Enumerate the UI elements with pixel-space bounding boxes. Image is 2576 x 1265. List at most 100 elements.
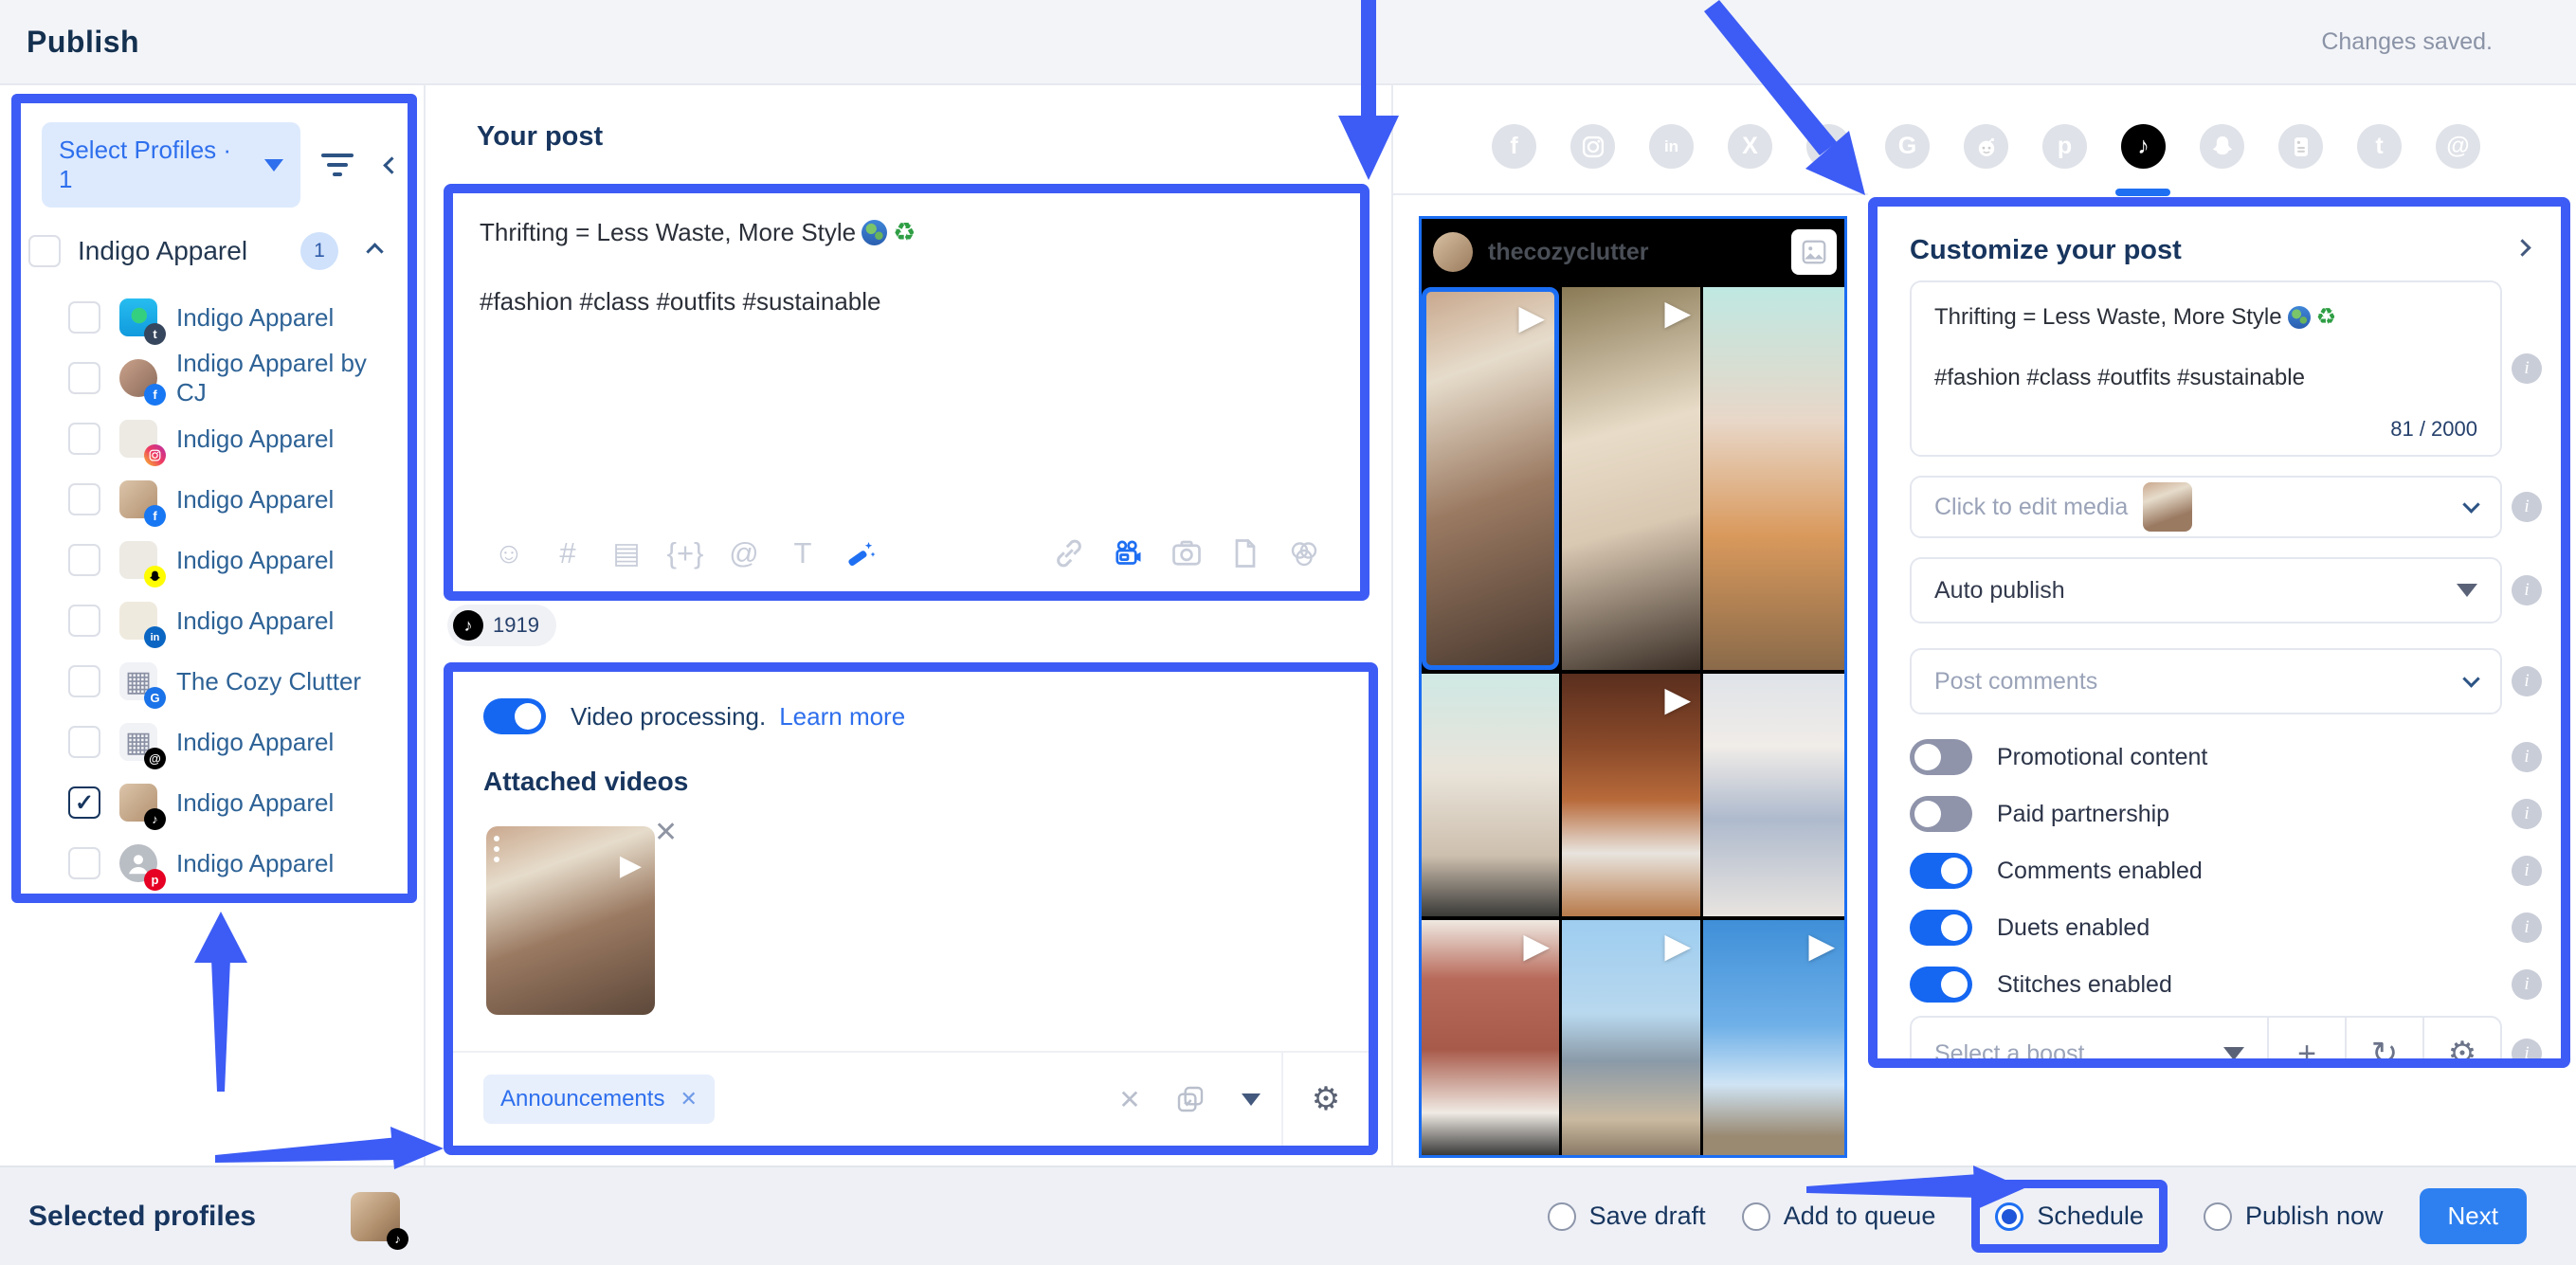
info-icon[interactable]: i: [2512, 969, 2542, 1000]
tab-reddit[interactable]: [1964, 124, 2008, 169]
profile-row[interactable]: f Indigo Apparel by CJ: [42, 348, 398, 408]
profile-checkbox[interactable]: [68, 362, 100, 394]
chevron-up-icon[interactable]: [366, 242, 384, 261]
profile-row[interactable]: ▦ G The Cozy Clutter: [42, 651, 398, 712]
profile-checkbox[interactable]: [68, 605, 100, 637]
info-icon[interactable]: i: [2512, 492, 2542, 522]
tab-x[interactable]: X: [1728, 124, 1772, 169]
promotional-content-toggle[interactable]: [1910, 739, 1972, 775]
preview-video-cell[interactable]: ▶: [1562, 920, 1700, 1155]
tab-pinterest[interactable]: p: [2042, 124, 2087, 169]
preview-video-cell[interactable]: [1703, 674, 1844, 916]
variables-icon[interactable]: {+}: [656, 533, 715, 574]
settings-gear-icon[interactable]: ⚙: [1281, 1053, 1369, 1146]
boost-select[interactable]: Select a boost: [1912, 1018, 2267, 1058]
edit-media-select[interactable]: Click to edit media: [1910, 476, 2502, 538]
preview-video-cell[interactable]: ▶: [1562, 287, 1700, 670]
remove-video-icon[interactable]: ✕: [654, 816, 678, 849]
filter-icon[interactable]: [321, 154, 354, 176]
next-button[interactable]: Next: [2419, 1188, 2527, 1244]
clear-icon[interactable]: ✕: [1099, 1084, 1160, 1115]
select-profiles-dropdown[interactable]: Select Profiles · 1: [42, 122, 301, 208]
camera-icon[interactable]: [1157, 533, 1216, 574]
preview-video-cell[interactable]: [1703, 287, 1844, 670]
group-checkbox[interactable]: [28, 235, 61, 267]
tab-youtube[interactable]: ▶: [1806, 124, 1851, 169]
drag-handle-icon[interactable]: [494, 836, 499, 862]
preview-video-cell[interactable]: ▶: [1703, 920, 1844, 1155]
emoji-icon[interactable]: ☺: [480, 533, 538, 574]
radio-publish-now[interactable]: Publish now: [2203, 1202, 2384, 1231]
tab-blog[interactable]: [2278, 124, 2323, 169]
info-icon[interactable]: i: [2512, 856, 2542, 886]
preview-video-cell[interactable]: ▶: [1422, 920, 1559, 1155]
collapse-sidebar-icon[interactable]: [383, 155, 401, 174]
preview-media-button[interactable]: [1791, 229, 1837, 275]
profile-checkbox[interactable]: [68, 301, 100, 334]
preview-video-cell[interactable]: ▶: [1422, 287, 1559, 670]
remove-label-icon[interactable]: ✕: [680, 1087, 697, 1111]
profile-row[interactable]: ▦ @ Indigo Apparel: [42, 712, 398, 772]
profile-row[interactable]: ✓ ♪ Indigo Apparel: [42, 772, 398, 833]
video-processing-toggle[interactable]: [483, 698, 546, 734]
preview-video-cell[interactable]: [1422, 674, 1559, 916]
magic-wand-icon[interactable]: [832, 533, 891, 574]
learn-more-link[interactable]: Learn more: [779, 702, 905, 732]
info-icon[interactable]: i: [2512, 799, 2542, 829]
info-icon[interactable]: i: [2512, 913, 2542, 943]
preview-video-cell[interactable]: ▶: [1562, 674, 1700, 916]
profile-row[interactable]: f Indigo Apparel: [42, 469, 398, 530]
panel-caption-editor[interactable]: Thrifting = Less Waste, More Style ♻ #fa…: [1910, 280, 2502, 457]
info-icon[interactable]: i: [2512, 666, 2542, 696]
profile-checkbox[interactable]: [68, 544, 100, 576]
radio-save-draft[interactable]: Save draft: [1547, 1202, 1706, 1231]
refresh-boost-icon[interactable]: ↻: [2345, 1018, 2422, 1058]
text-format-icon[interactable]: T: [773, 533, 832, 574]
comments-enabled-toggle[interactable]: [1910, 853, 1972, 889]
profile-row[interactable]: p Indigo Apparel: [42, 833, 398, 894]
boost-settings-gear-icon[interactable]: ⚙: [2422, 1018, 2500, 1058]
profile-checkbox[interactable]: [68, 726, 100, 758]
post-comments-input[interactable]: Post comments: [1910, 648, 2502, 714]
tab-threads[interactable]: @: [2436, 124, 2480, 169]
profile-row[interactable]: t Indigo Apparel: [42, 287, 398, 348]
info-icon[interactable]: i: [2512, 353, 2542, 384]
add-boost-button[interactable]: +: [2267, 1018, 2345, 1058]
tab-snapchat[interactable]: [2200, 124, 2244, 169]
more-options-caret[interactable]: [1221, 1093, 1281, 1106]
mention-icon[interactable]: @: [715, 533, 773, 574]
saved-captions-icon[interactable]: ▤: [597, 533, 656, 574]
selected-profile-avatar[interactable]: ♪: [351, 1191, 409, 1250]
profile-checkbox[interactable]: [68, 423, 100, 455]
duets-enabled-toggle[interactable]: [1910, 910, 1972, 946]
tab-tiktok[interactable]: ♪: [2121, 124, 2166, 169]
profile-row[interactable]: Indigo Apparel: [42, 530, 398, 590]
post-caption-editor[interactable]: Thrifting = Less Waste, More Style ♻ #fa…: [444, 184, 1370, 601]
media-library-icon[interactable]: [1275, 533, 1333, 574]
tab-linkedin[interactable]: in: [1649, 124, 1694, 169]
paid-partnership-toggle[interactable]: [1910, 796, 1972, 832]
stitches-enabled-toggle[interactable]: [1910, 967, 1972, 1003]
info-icon[interactable]: i: [2512, 1039, 2542, 1058]
tab-facebook[interactable]: f: [1492, 124, 1536, 169]
radio-add-to-queue[interactable]: Add to queue: [1741, 1202, 1935, 1231]
document-icon[interactable]: [1216, 533, 1275, 574]
profile-checkbox[interactable]: [68, 847, 100, 879]
copy-to-networks-icon[interactable]: [1160, 1084, 1221, 1114]
video-icon[interactable]: [1098, 533, 1157, 574]
info-icon[interactable]: i: [2512, 742, 2542, 772]
profile-checkbox[interactable]: [68, 665, 100, 697]
radio-schedule[interactable]: Schedule: [1995, 1202, 2144, 1231]
tab-google-business[interactable]: G: [1885, 124, 1930, 169]
attached-video-thumbnail[interactable]: ▶: [486, 826, 655, 1015]
hashtag-icon[interactable]: #: [538, 533, 597, 574]
publish-mode-select[interactable]: Auto publish: [1910, 557, 2502, 623]
info-icon[interactable]: i: [2512, 575, 2542, 605]
profile-row[interactable]: in Indigo Apparel: [42, 590, 398, 651]
tab-tumblr[interactable]: t: [2357, 124, 2402, 169]
collapse-panel-icon[interactable]: [2513, 239, 2531, 259]
tab-instagram[interactable]: [1570, 124, 1615, 169]
profile-checkbox[interactable]: ✓: [68, 786, 100, 819]
label-tag[interactable]: Announcements ✕: [483, 1075, 715, 1124]
profile-checkbox[interactable]: [68, 483, 100, 515]
